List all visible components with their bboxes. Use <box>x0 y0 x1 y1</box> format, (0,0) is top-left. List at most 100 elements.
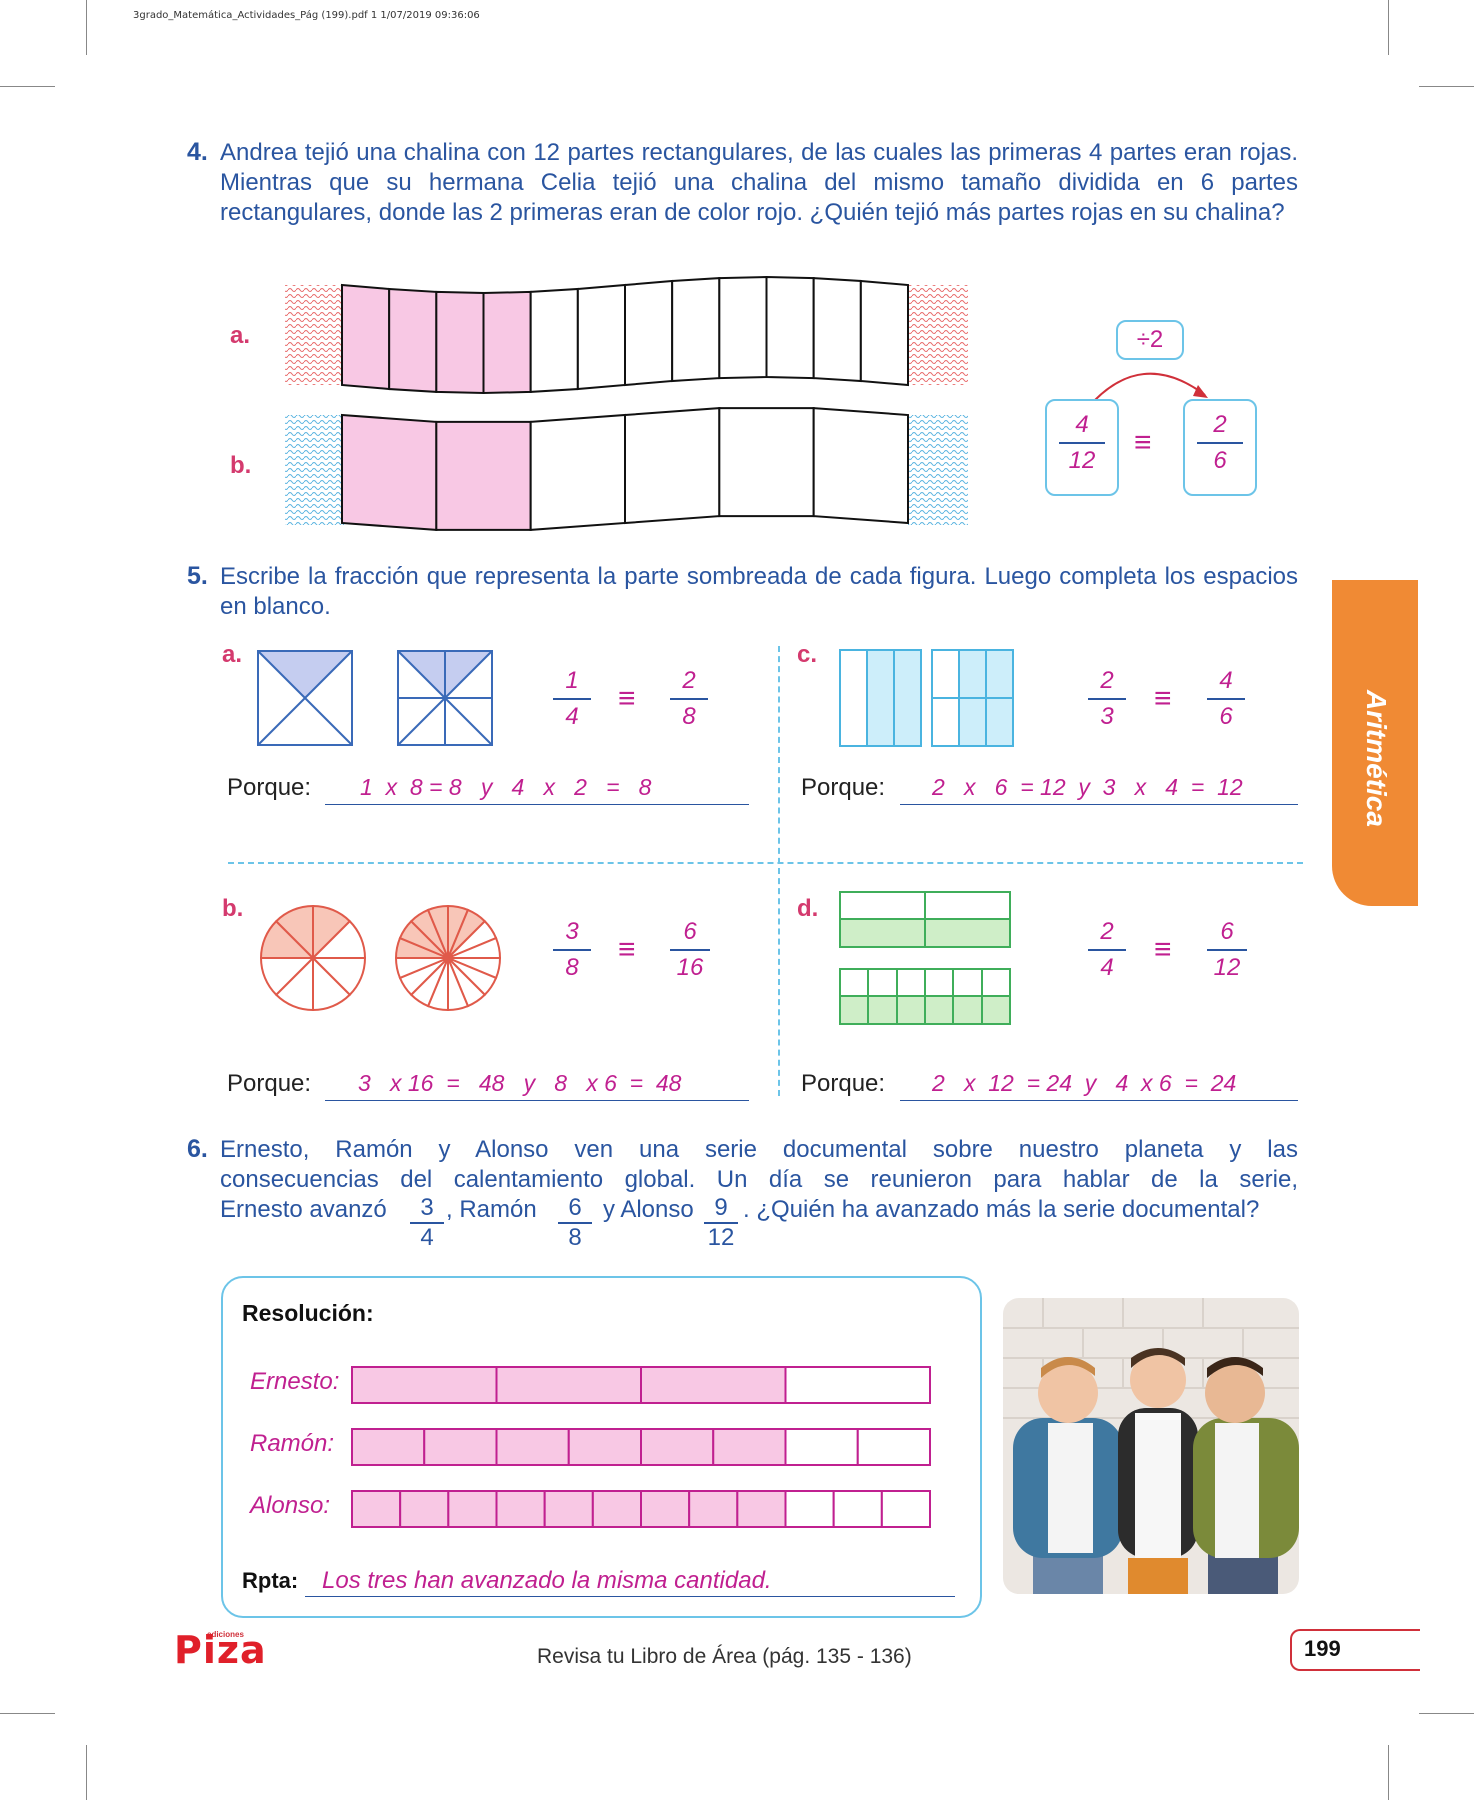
denominator: 4 <box>420 1224 434 1251</box>
section-tab: Aritmética <box>1332 580 1418 906</box>
question-line: Ernesto avanzó <box>220 1196 387 1223</box>
scarf-part <box>341 283 391 391</box>
fraction-bar <box>670 949 710 951</box>
denominator: 4 <box>565 703 579 730</box>
fraction: 6 16 <box>670 918 710 982</box>
page-number: 199 <box>1304 1636 1341 1661</box>
rpta-answer: Los tres han avanzado la misma cantidad. <box>322 1567 772 1594</box>
bar-segment <box>640 1490 691 1528</box>
figure-columns <box>839 649 1014 747</box>
fraction-bar <box>553 949 591 951</box>
crop-mark <box>86 0 87 55</box>
bar-segment <box>351 1490 402 1528</box>
numerator: 2 <box>1100 667 1114 694</box>
square-eighths <box>397 650 493 746</box>
fraction: 34 <box>410 1194 444 1252</box>
crop-mark <box>86 1745 87 1800</box>
scarf-part <box>718 407 815 518</box>
fraction-bar <box>1207 949 1247 951</box>
denominator: 16 <box>676 954 704 981</box>
scarf-part <box>812 277 862 383</box>
progress-bars <box>351 1366 931 1528</box>
equivalence-sign: ≡ <box>618 933 636 966</box>
equivalence-sign: ≡ <box>1154 933 1172 966</box>
circle-sixteenths <box>394 904 502 1012</box>
numerator: 3 <box>565 918 579 945</box>
circle-eighths <box>259 904 367 1012</box>
bar-segment <box>640 1366 787 1404</box>
bar-segment <box>351 1366 498 1404</box>
divide-operator: ÷2 <box>1116 320 1184 360</box>
fraction-bar <box>1207 698 1245 700</box>
numerator: 6 <box>568 1194 582 1221</box>
bar-segment <box>784 1428 859 1466</box>
question-line: . ¿Quién ha avanzado más la serie docume… <box>743 1196 1260 1223</box>
denominator: 3 <box>1100 703 1114 730</box>
scarf-b-fringe-left <box>285 415 345 525</box>
rpta-label: Rpta: <box>242 1568 299 1593</box>
square-quarters <box>257 650 353 746</box>
scarf-part <box>435 420 532 531</box>
bar-segment <box>784 1490 835 1528</box>
numerator: 9 <box>714 1194 728 1221</box>
numerator: 1 <box>565 667 579 694</box>
crop-mark <box>1419 1713 1474 1714</box>
porque-answer: 2 x 12 = 24 y 4 x 6 = 24 <box>932 1070 1237 1096</box>
bar-segment <box>447 1490 498 1528</box>
fraction-box-right: 2 6 <box>1183 399 1257 496</box>
scarf-part <box>482 290 532 395</box>
porque-answer: 1 x 8 = 8 y 4 x 2 = 8 <box>360 774 652 800</box>
scarf-part <box>341 413 438 532</box>
fraction: 28 <box>670 667 708 731</box>
numerator: 4 <box>1075 411 1089 438</box>
scarf-a-fringe-left <box>285 285 345 385</box>
section-tab-label: Aritmética <box>1361 690 1392 827</box>
fraction-box-left: 4 12 <box>1045 399 1119 496</box>
page-number-box: 199 <box>1290 1629 1420 1671</box>
porque-label: Porque: <box>801 1070 886 1097</box>
scarf-part <box>624 279 674 387</box>
numerator: 6 <box>683 918 697 945</box>
crop-mark <box>0 1713 55 1714</box>
bar-label: Ernesto: <box>250 1368 340 1395</box>
scarf-b-fringe-right <box>908 415 968 525</box>
denominator: 8 <box>568 1224 582 1251</box>
question-line: y Alonso <box>603 1196 694 1223</box>
crop-mark <box>1388 0 1389 55</box>
crop-mark <box>0 86 55 87</box>
scarf-part <box>388 287 438 393</box>
numerator: 3 <box>420 1194 434 1221</box>
denominator: 8 <box>565 954 579 981</box>
rectangle-thirds <box>839 649 922 747</box>
publisher-logo: Piza <box>174 1628 267 1672</box>
rectangle-sixths <box>931 649 1014 747</box>
fraction: 9 12 <box>704 1194 738 1252</box>
bar-segment <box>880 1490 931 1528</box>
fraction: 24 <box>1088 918 1126 982</box>
bar-segment <box>423 1428 498 1466</box>
rectangle-twelfths <box>839 968 1011 1025</box>
scarf-part <box>529 413 626 532</box>
scarf-part <box>859 279 909 387</box>
fraction-bar <box>1088 698 1126 700</box>
divider <box>778 646 780 1096</box>
bar-segment <box>399 1490 450 1528</box>
bar-segment <box>856 1428 931 1466</box>
answer-line <box>325 804 749 805</box>
bar-segment <box>688 1490 739 1528</box>
file-meta: 3grado_Matemática_Actividades_Pág (199).… <box>133 10 480 21</box>
bar-segment <box>640 1428 715 1466</box>
scarf-part <box>718 275 768 380</box>
resolution-title: Resolución: <box>242 1300 374 1326</box>
denominator: 6 <box>1219 703 1233 730</box>
option-label: b. <box>222 895 244 922</box>
fraction-bar <box>553 698 591 700</box>
fraction: 46 <box>1207 667 1245 731</box>
porque-label: Porque: <box>801 774 886 801</box>
question-number: 6. <box>187 1135 208 1163</box>
question-number: 4. <box>187 138 208 166</box>
crop-mark <box>1388 1745 1389 1800</box>
bar-segment <box>543 1490 594 1528</box>
fraction-bar <box>1088 949 1126 951</box>
scarf-part <box>765 275 815 380</box>
